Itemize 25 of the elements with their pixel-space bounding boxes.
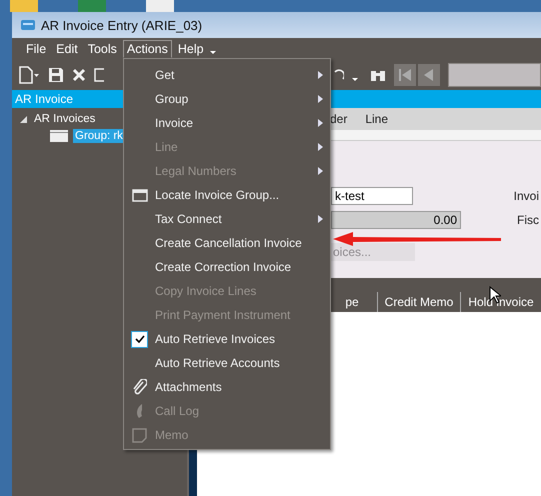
tree-item[interactable]: AR Invoices — [32, 112, 98, 126]
menu-entry[interactable]: Auto Retrieve Invoices — [124, 327, 330, 351]
menu-entry[interactable]: Tax Connect — [124, 207, 330, 231]
menu-item[interactable]: File — [22, 40, 50, 58]
menu-item[interactable]: Actions — [122, 40, 172, 58]
menu-entry[interactable]: Attachments — [124, 375, 330, 399]
amount-field[interactable]: 0.00 — [331, 211, 461, 229]
field-label: Invoi — [514, 188, 540, 205]
tab[interactable]: der — [330, 112, 348, 126]
menu-entry[interactable]: Create Cancellation Invoice — [124, 231, 330, 255]
column-header[interactable]: Credit Memo — [377, 292, 460, 312]
menu-item[interactable]: Help — [174, 40, 208, 58]
panel-title: AR Invoice — [15, 92, 74, 106]
menu-entry[interactable]: Invoice — [124, 111, 330, 135]
menu-item[interactable]: Tools — [84, 40, 121, 58]
tab[interactable]: Line — [365, 112, 388, 126]
menu-entry[interactable]: Group — [124, 87, 330, 111]
menu-entry[interactable]: Auto Retrieve Accounts — [124, 351, 330, 375]
menu-item[interactable]: Edit — [52, 40, 82, 58]
window-title: AR Invoice Entry (ARIE_03) — [41, 18, 202, 32]
group-field[interactable]: k-test — [331, 187, 413, 205]
menu-entry[interactable]: Get — [124, 63, 330, 87]
menu-entry[interactable]: Create Correction Invoice — [124, 255, 330, 279]
menu-entry[interactable]: Locate Invoice Group... — [124, 183, 330, 207]
field-label: Fisc — [517, 212, 540, 229]
